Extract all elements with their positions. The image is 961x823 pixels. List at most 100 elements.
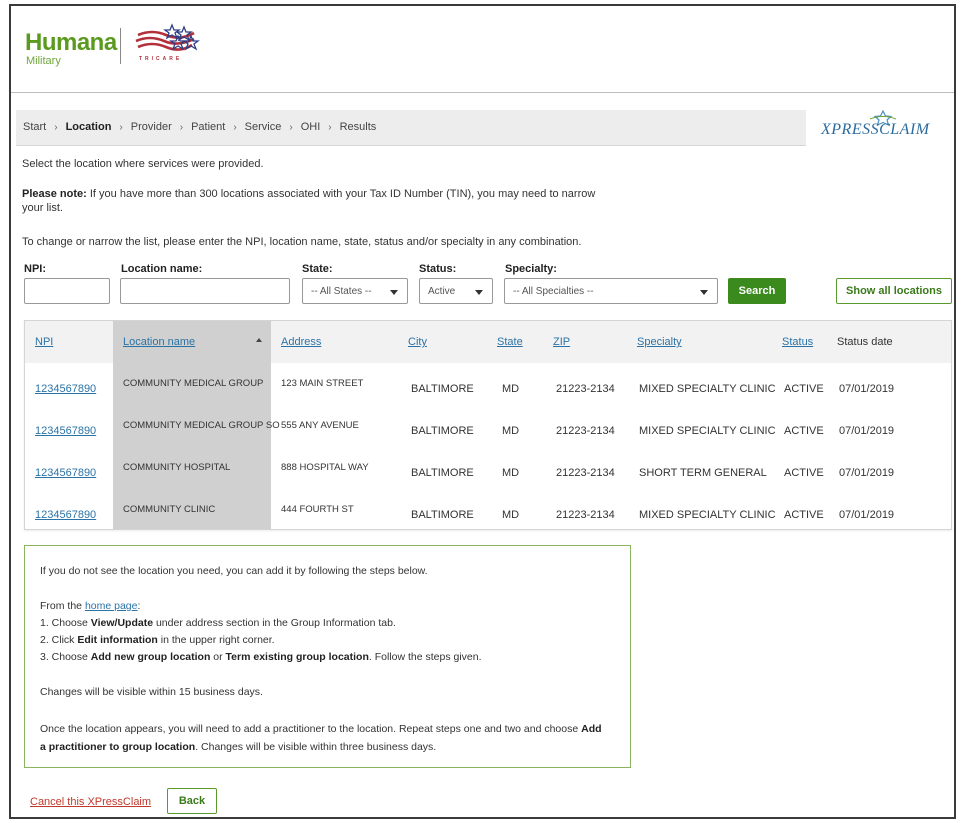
- cancel-xpressclaim-link[interactable]: Cancel this XPressClaim: [30, 796, 151, 808]
- step2-prefix: 2. Click: [40, 634, 78, 646]
- row-specialty: MIXED SPECIALTY CLINIC: [639, 509, 776, 521]
- chevron-right-icon: ›: [233, 122, 237, 133]
- humana-military: Military: [26, 55, 61, 67]
- from-prefix: From the: [40, 600, 85, 612]
- tricare-word: TRICARE: [139, 56, 183, 62]
- col-city[interactable]: City: [408, 336, 427, 348]
- xpressclaim-text: XPRESSCLAIM: [821, 121, 930, 138]
- col-npi[interactable]: NPI: [35, 336, 53, 348]
- note-text-2: your list.: [22, 202, 63, 214]
- please-note: Please note: If you have more than 300 l…: [22, 187, 622, 215]
- row-npi-link[interactable]: 1234567890: [35, 467, 96, 479]
- breadcrumb: Start › Location › Provider › Patient › Service ›…: [23, 121, 376, 133]
- row-zip: 21223-2134: [556, 425, 615, 437]
- humana-brand: Humana: [25, 29, 117, 56]
- row-state: MD: [502, 383, 520, 395]
- note-text: If you have more than 300 locations asso…: [86, 188, 596, 200]
- chevron-right-icon: ›: [179, 122, 184, 133]
- crumb-location: Location: [65, 121, 112, 133]
- info-step-3: 3. Choose Add new group location or Term…: [40, 651, 482, 663]
- row-address: 123 MAIN STREET: [281, 378, 364, 389]
- specialty-value: -- All Specialties --: [513, 286, 594, 297]
- col-specialty[interactable]: Specialty: [637, 336, 682, 348]
- logo-divider: [120, 28, 121, 64]
- col-location-name[interactable]: Location name: [123, 336, 195, 348]
- row-status-date: 07/01/2019: [839, 425, 895, 437]
- crumb-patient: Patient: [191, 121, 226, 133]
- from-suffix: :: [137, 600, 141, 612]
- once-bold-1: Add: [581, 723, 602, 735]
- narrow-instruction: To change or narrow the list, please ent…: [22, 236, 582, 248]
- col-status-date: Status date: [837, 336, 893, 348]
- row-location: COMMUNITY MEDICAL GROUP: [123, 378, 264, 389]
- row-location: COMMUNITY CLINIC: [123, 504, 216, 515]
- back-button[interactable]: Back: [167, 788, 217, 814]
- chevron-down-icon: [700, 290, 708, 295]
- col-address[interactable]: Address: [281, 336, 321, 348]
- status-label: Status:: [419, 263, 457, 275]
- row-status-date: 07/01/2019: [839, 467, 895, 479]
- chevron-right-icon: ›: [54, 122, 58, 133]
- row-status-date: 07/01/2019: [839, 509, 895, 521]
- row-city: BALTIMORE: [411, 425, 474, 437]
- row-city: BALTIMORE: [411, 509, 474, 521]
- crumb-start[interactable]: Start: [23, 121, 46, 133]
- row-address: 888 HOSPITAL WAY: [281, 462, 369, 473]
- crumb-provider: Provider: [130, 121, 172, 133]
- specialty-select[interactable]: -- All Specialties --: [504, 278, 718, 304]
- info-step-2: 2. Click Edit information in the upper r…: [40, 634, 275, 646]
- row-specialty: SHORT TERM GENERAL: [639, 467, 767, 479]
- row-state: MD: [502, 509, 520, 521]
- table-row: 1234567890 COMMUNITY MEDICAL GROUP SO 55…: [25, 405, 951, 446]
- row-status: ACTIVE: [784, 425, 824, 437]
- table-row: 1234567890 COMMUNITY CLINIC 444 FOURTH S…: [25, 489, 951, 530]
- step3-bold-1: Add new group location: [90, 651, 211, 663]
- state-select[interactable]: -- All States --: [302, 278, 408, 304]
- breadcrumb-bar: Start › Location › Provider › Patient › Service ›…: [16, 110, 806, 146]
- step3-prefix: 3. Choose: [40, 651, 91, 663]
- home-page-link[interactable]: home page: [85, 600, 138, 612]
- state-value: -- All States --: [311, 286, 372, 297]
- col-status[interactable]: Status: [782, 336, 813, 348]
- row-specialty: MIXED SPECIALTY CLINIC: [639, 383, 776, 395]
- note-label: Please note:: [22, 188, 87, 200]
- crumb-ohi: OHI: [300, 121, 321, 133]
- row-state: MD: [502, 467, 520, 479]
- npi-input[interactable]: [24, 278, 110, 304]
- row-zip: 21223-2134: [556, 383, 615, 395]
- info-from-home: From the home page:: [40, 600, 140, 612]
- info-changes-15: Changes will be visible within 15 busine…: [40, 686, 263, 698]
- once-bold-2: a practitioner to group location: [40, 741, 196, 753]
- page-frame: Humana Military TRICARE Start › Location › P…: [9, 4, 956, 819]
- tricare-flag-icon: [135, 23, 200, 51]
- step2-bold: Edit information: [77, 634, 158, 646]
- col-zip[interactable]: ZIP: [553, 336, 570, 348]
- row-status: ACTIVE: [784, 467, 824, 479]
- status-select[interactable]: Active: [419, 278, 493, 304]
- chevron-right-icon: ›: [289, 122, 293, 133]
- info-once-line-2: a practitioner to group location. Change…: [40, 741, 436, 753]
- info-intro: If you do not see the location you need,…: [40, 565, 428, 577]
- row-zip: 21223-2134: [556, 509, 615, 521]
- row-npi-link[interactable]: 1234567890: [35, 509, 96, 521]
- npi-label: NPI:: [24, 263, 46, 275]
- row-address: 444 FOURTH ST: [281, 504, 354, 515]
- status-value: Active: [428, 286, 456, 297]
- row-location: COMMUNITY MEDICAL GROUP SO: [123, 420, 280, 431]
- step1-rest: under address section in the Group Infor…: [153, 617, 396, 629]
- row-specialty: MIXED SPECIALTY CLINIC: [639, 425, 776, 437]
- search-button[interactable]: Search: [728, 278, 786, 304]
- col-state[interactable]: State: [497, 336, 523, 348]
- xpressclaim-logo: XPRESSCLAIM: [816, 110, 931, 145]
- table-row: 1234567890 COMMUNITY MEDICAL GROUP 123 M…: [25, 363, 951, 404]
- step3-rest: . Follow the steps given.: [368, 651, 482, 663]
- specialty-label: Specialty:: [505, 263, 557, 275]
- info-once-line-1: Once the location appears, you will need…: [40, 723, 602, 735]
- row-npi-link[interactable]: 1234567890: [35, 383, 96, 395]
- location-name-input[interactable]: [120, 278, 290, 304]
- row-npi-link[interactable]: 1234567890: [35, 425, 96, 437]
- site-header: Humana Military TRICARE: [11, 6, 954, 93]
- location-name-label: Location name:: [121, 263, 203, 275]
- once-b: . Changes will be visible within three b…: [195, 741, 437, 753]
- show-all-locations-button[interactable]: Show all locations: [836, 278, 952, 304]
